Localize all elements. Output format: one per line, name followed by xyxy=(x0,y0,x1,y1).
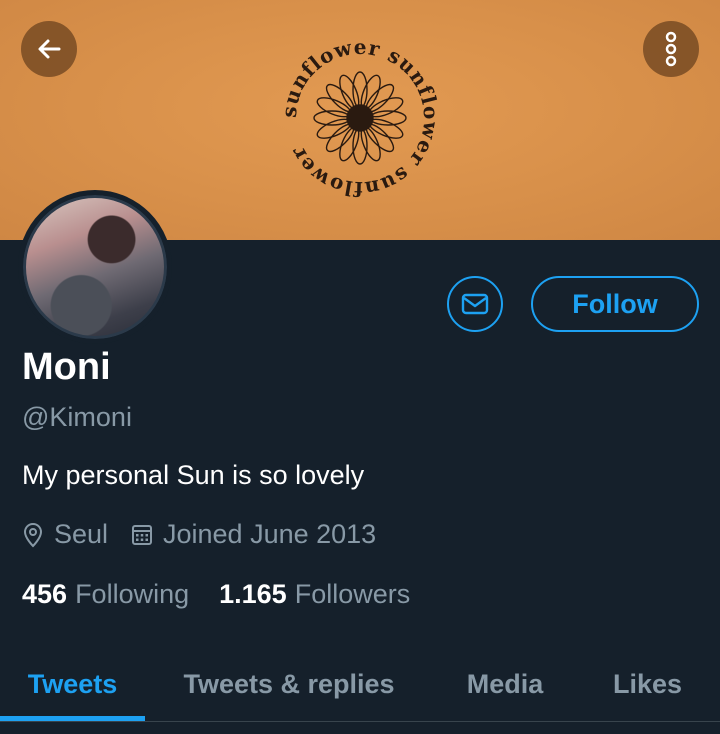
profile-joined: Joined June 2013 xyxy=(131,519,376,550)
tab-media[interactable]: Media xyxy=(440,650,570,718)
more-options-button[interactable] xyxy=(643,21,699,77)
follow-counts: 456 Following 1.165 Followers xyxy=(22,579,440,610)
calendar-icon xyxy=(132,524,152,545)
arrow-left-icon xyxy=(38,39,61,59)
follow-button[interactable]: Follow xyxy=(531,276,699,332)
following-link[interactable]: 456 Following xyxy=(22,579,189,610)
profile-page: sunflower sunflower sunflower Follow Mon… xyxy=(0,0,720,734)
location-pin-icon xyxy=(23,522,43,547)
back-button[interactable] xyxy=(21,21,77,77)
profile-bio: My personal Sun is so lovely xyxy=(22,460,365,490)
avatar-photo xyxy=(23,195,167,339)
tabs-divider xyxy=(0,721,720,722)
tab-tweets-and-replies[interactable]: Tweets & replies xyxy=(150,650,428,718)
message-button[interactable] xyxy=(447,276,503,332)
tab-likes[interactable]: Likes xyxy=(580,650,715,718)
vertical-dots-icon xyxy=(665,31,677,67)
followers-label: Followers xyxy=(294,579,411,609)
location-text: Seul xyxy=(54,519,109,549)
joined-text: Joined June 2013 xyxy=(163,519,377,549)
envelope-icon xyxy=(461,293,489,315)
following-count: 456 xyxy=(22,579,68,609)
profile-tabs: Tweets Tweets & replies Media Likes xyxy=(0,650,720,722)
profile-handle: @Kimoni xyxy=(22,402,132,432)
tab-tweets[interactable]: Tweets xyxy=(0,650,145,718)
profile-name: Moni xyxy=(22,346,111,388)
profile-location: Seul xyxy=(22,519,108,550)
followers-link[interactable]: 1.165 Followers xyxy=(219,579,410,610)
followers-count: 1.165 xyxy=(219,579,287,609)
following-label: Following xyxy=(75,579,190,609)
sunflower-banner-image: sunflower sunflower sunflower xyxy=(277,35,443,201)
avatar[interactable] xyxy=(18,190,172,344)
